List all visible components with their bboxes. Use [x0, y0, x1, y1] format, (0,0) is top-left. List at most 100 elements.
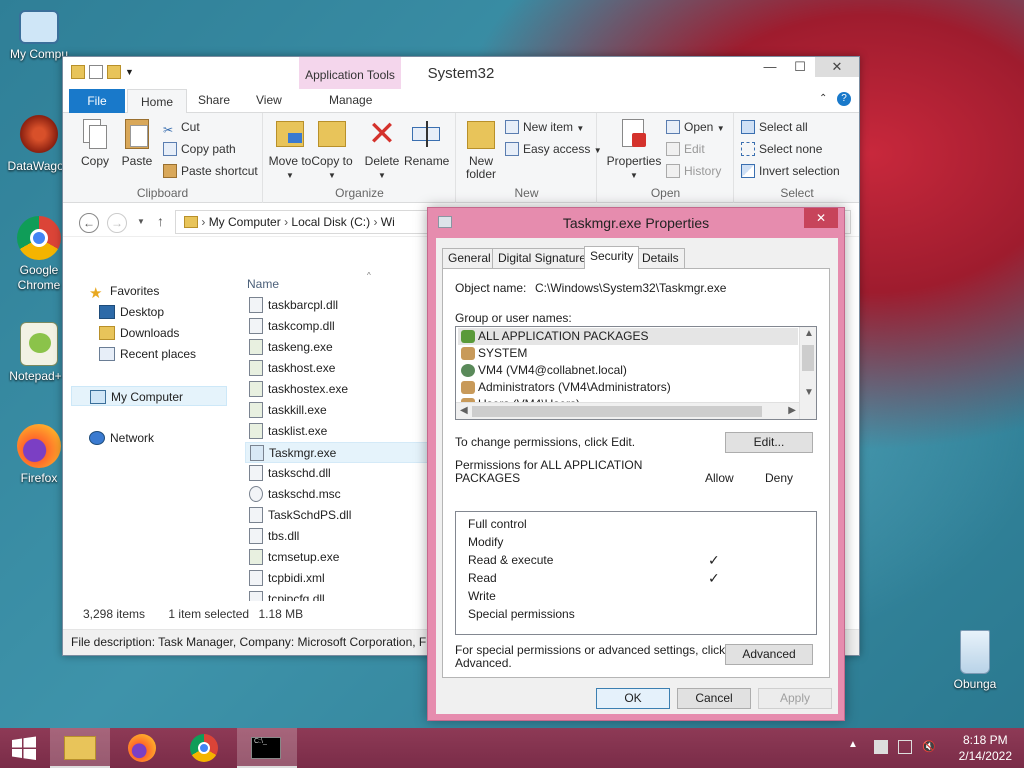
nav-network[interactable]: Network: [89, 428, 154, 448]
dialog-close-button[interactable]: ✕: [804, 208, 838, 228]
properties-button[interactable]: Properties ▼: [604, 117, 664, 182]
move-folder-icon: [274, 117, 306, 151]
file-row[interactable]: taskhostex.exe: [245, 379, 435, 400]
tab-general[interactable]: General: [442, 248, 497, 268]
forward-button[interactable]: →: [107, 213, 127, 233]
action-center-flag-icon[interactable]: [874, 740, 888, 754]
file-row[interactable]: taskcomp.dll: [245, 316, 435, 337]
rename-button[interactable]: Rename: [404, 117, 449, 168]
copy-button[interactable]: Copy: [73, 117, 117, 168]
new-folder-button[interactable]: New folder: [459, 117, 503, 181]
explorer-titlebar[interactable]: ▼ Application Tools System32 — ☐ ✕: [63, 57, 859, 89]
chevron-down-icon: ▼: [630, 171, 638, 180]
ok-button[interactable]: OK: [596, 688, 670, 709]
delete-button[interactable]: ✕ Delete ▼: [360, 117, 404, 182]
list-item[interactable]: VM4 (VM4@collabnet.local): [458, 362, 798, 379]
recent-locations-chevron-icon[interactable]: ▼: [137, 217, 145, 226]
close-button[interactable]: ✕: [815, 57, 859, 77]
nav-favorites[interactable]: ★ Favorites: [89, 281, 159, 302]
tab-home[interactable]: Home: [127, 89, 187, 114]
breadcrumb-local-disk[interactable]: Local Disk (C:): [291, 215, 370, 229]
advanced-button[interactable]: Advanced: [725, 644, 813, 665]
list-item[interactable]: Administrators (VM4\Administrators): [458, 379, 798, 396]
apply-button[interactable]: Apply: [758, 688, 832, 709]
history-button[interactable]: History: [666, 161, 721, 181]
nav-my-computer[interactable]: My Computer: [71, 386, 227, 406]
permissions-for-label: Permissions for ALL APPLICATION: [455, 458, 643, 472]
easy-access-button[interactable]: Easy access ▼: [505, 139, 602, 159]
file-row[interactable]: taskeng.exe: [245, 337, 435, 358]
file-row[interactable]: taskschd.dll: [245, 463, 435, 484]
taskbar-command-prompt[interactable]: C:\_: [237, 728, 297, 768]
desktop-icon-recycle-bin[interactable]: Obunga: [936, 630, 1014, 692]
select-all-button[interactable]: Select all: [741, 117, 808, 137]
file-row[interactable]: tbs.dll: [245, 526, 435, 547]
up-arrow-icon[interactable]: ↑: [157, 213, 164, 229]
maximize-button[interactable]: ☐: [785, 57, 815, 77]
scrollbar-thumb[interactable]: [802, 345, 814, 371]
list-item[interactable]: SYSTEM: [458, 345, 798, 362]
horizontal-scrollbar[interactable]: ◀ ▶: [456, 402, 799, 419]
move-to-button[interactable]: Move to ▼: [268, 117, 312, 182]
file-row[interactable]: tcpipcfg.dll: [245, 589, 435, 601]
minimize-button[interactable]: —: [755, 57, 785, 77]
column-header-name[interactable]: Name: [247, 277, 279, 291]
list-item[interactable]: ALL APPLICATION PACKAGES: [458, 328, 798, 345]
cancel-button[interactable]: Cancel: [677, 688, 751, 709]
scroll-up-arrow-icon[interactable]: ▲: [804, 328, 814, 339]
chevron-up-icon[interactable]: ▲: [848, 739, 862, 753]
select-none-button[interactable]: Select none: [741, 139, 822, 159]
copy-to-button[interactable]: Copy to ▼: [310, 117, 354, 182]
network-icon[interactable]: [898, 740, 912, 754]
nav-downloads[interactable]: Downloads: [99, 323, 179, 343]
new-item-button[interactable]: New item ▼: [505, 117, 584, 137]
invert-selection-button[interactable]: Invert selection: [741, 161, 840, 181]
start-button[interactable]: [0, 728, 48, 768]
taskbar-chrome[interactable]: [175, 728, 235, 768]
tab-file[interactable]: File: [69, 89, 125, 113]
nav-desktop[interactable]: Desktop: [99, 302, 164, 322]
clock[interactable]: 8:18 PM 2/14/2022: [959, 732, 1012, 764]
clock-icon: [249, 486, 263, 502]
tab-share[interactable]: Share: [198, 93, 230, 107]
file-row-selected[interactable]: Taskmgr.exe: [245, 442, 435, 463]
file-row[interactable]: tasklist.exe: [245, 421, 435, 442]
breadcrumb-my-computer[interactable]: My Computer: [209, 215, 281, 229]
file-row[interactable]: TaskSchdPS.dll: [245, 505, 435, 526]
vertical-scrollbar[interactable]: ▲ ▼: [799, 327, 816, 419]
open-button[interactable]: Open ▼: [666, 117, 725, 137]
scroll-down-arrow-icon[interactable]: ▼: [804, 387, 814, 398]
nav-recent-places[interactable]: Recent places: [99, 344, 196, 364]
help-icon[interactable]: ?: [837, 92, 851, 106]
back-button[interactable]: ←: [79, 213, 99, 233]
breadcrumb-windows[interactable]: Wi: [381, 215, 395, 229]
volume-muted-icon[interactable]: 🔇: [922, 740, 936, 754]
group-user-list[interactable]: ALL APPLICATION PACKAGES SYSTEM VM4 (VM4…: [455, 326, 817, 420]
scrollbar-thumb[interactable]: [472, 406, 762, 417]
scroll-left-arrow-icon[interactable]: ◀: [460, 405, 468, 416]
tab-security[interactable]: Security: [584, 246, 640, 269]
chevron-up-icon[interactable]: ⌃: [819, 93, 827, 104]
tab-manage[interactable]: Manage: [329, 93, 372, 107]
allow-check-icon: ✓: [708, 570, 720, 586]
file-row[interactable]: taskschd.msc: [245, 484, 435, 505]
paste-shortcut-button[interactable]: Paste shortcut: [163, 161, 258, 181]
object-name-label: Object name:: [455, 281, 527, 295]
taskbar-file-explorer[interactable]: [50, 728, 110, 768]
tab-view[interactable]: View: [256, 93, 282, 107]
taskbar-firefox[interactable]: [113, 728, 173, 768]
tab-details[interactable]: Details: [636, 248, 685, 268]
tab-digital-signatures[interactable]: Digital Signatures: [492, 248, 599, 268]
copy-path-button[interactable]: Copy path: [163, 139, 236, 159]
edit-permissions-button[interactable]: Edit...: [725, 432, 813, 453]
paste-button[interactable]: Paste: [115, 117, 159, 168]
file-row[interactable]: taskkill.exe: [245, 400, 435, 421]
file-row[interactable]: tcmsetup.exe: [245, 547, 435, 568]
file-row[interactable]: taskbarcpl.dll: [245, 295, 435, 316]
cut-button[interactable]: ✂ Cut: [163, 117, 200, 137]
scroll-right-arrow-icon[interactable]: ▶: [788, 405, 796, 416]
file-row[interactable]: taskhost.exe: [245, 358, 435, 379]
edit-button[interactable]: Edit: [666, 139, 705, 159]
desktop-icon-my-computer[interactable]: My Compu: [0, 10, 78, 62]
file-row[interactable]: tcpbidi.xml: [245, 568, 435, 589]
